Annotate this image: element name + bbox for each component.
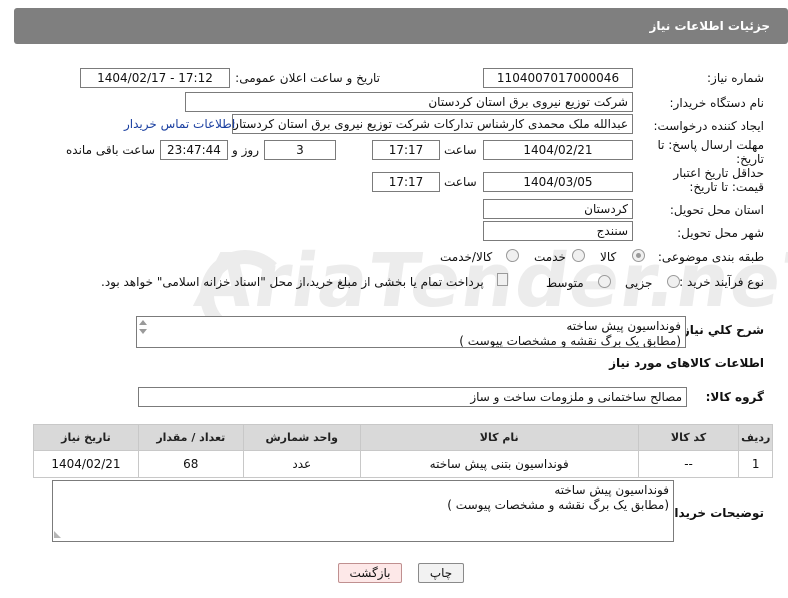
back-button[interactable]: بازگشت (338, 563, 402, 583)
purchase-medium-label: متوسط (546, 276, 584, 290)
table-row: 1 -- فونداسیون بتنی پیش ساخته عدد 68 140… (33, 450, 773, 478)
buyer-contact-link[interactable]: اطلاعات تماس خریدار (124, 117, 235, 131)
reply-remaining-field: 23:47:44 (160, 140, 228, 160)
remaining-label: ساعت باقی مانده (66, 143, 156, 157)
goods-group-label: گروه کالا: (705, 390, 764, 404)
col-header-quantity: تعداد / مقدار (137, 424, 244, 451)
cell-item-code: -- (637, 450, 740, 478)
buyer-org-field: شرکت توزیع نیروی برق استان کردستان (185, 92, 633, 112)
print-button[interactable]: چاپ (418, 563, 464, 583)
col-header-row-number: ردیف (738, 424, 773, 451)
col-header-item-name: نام کالا (359, 424, 639, 451)
price-validity-label: حداقل تاریخ اعتبار قیمت: تا تاریخ: (673, 166, 764, 194)
items-table: ردیف کد کالا نام کالا واحد شمارش تعداد /… (33, 424, 773, 478)
need-number-label: شماره نیاز: (707, 71, 764, 85)
reply-deadline-label: مهلت ارسال پاسخ: تا تاریخ: (657, 138, 764, 166)
announce-datetime-field: 1404/02/17 - 17:12 (80, 68, 230, 88)
city-label: شهر محل تحویل: (677, 226, 764, 240)
goods-info-heading: اطلاعات کالاهای مورد نیاز (609, 356, 764, 370)
scroll-up-icon (139, 320, 147, 325)
province-field: کردستان (483, 199, 633, 219)
days-and-label: روز و (232, 143, 259, 157)
scroll-down-icon (139, 329, 147, 334)
validity-hour-label: ساعت (444, 175, 477, 189)
items-table-header-row: ردیف کد کالا نام کالا واحد شمارش تعداد /… (33, 424, 773, 451)
reply-time-field: 17:17 (372, 140, 440, 160)
page-header: جزئیات اطلاعات نیاز (14, 8, 788, 44)
category-goods-service-label: کالا/خدمت (440, 250, 493, 264)
cell-row-number: 1 (738, 450, 773, 478)
requester-field: عبدالله ملک محمدی کارشناس تدارکات شرکت ت… (232, 114, 633, 134)
summary-textarea[interactable]: فونداسیون پیش ساخته (مطابق یک برگ نقشه و… (136, 316, 686, 348)
reply-date-field: 1404/02/21 (483, 140, 633, 160)
resize-grip-icon[interactable] (54, 531, 61, 538)
cell-quantity: 68 (137, 450, 244, 478)
category-goods-label: کالا (600, 250, 617, 264)
summary-scrollbar[interactable] (137, 317, 149, 347)
category-goods-radio[interactable] (632, 249, 645, 262)
purchase-minor-label: جزیی (625, 276, 653, 290)
purchase-medium-radio[interactable] (598, 275, 611, 288)
purchase-type-label: نوع فرآیند خرید : (679, 275, 764, 289)
city-field: سنندج (483, 221, 633, 241)
purchase-minor-radio[interactable] (667, 275, 680, 288)
summary-label: شرح کلي نياز: (678, 323, 764, 337)
announce-datetime-label: تاریخ و ساعت اعلان عمومی: (235, 71, 380, 85)
requester-label: ایجاد کننده درخواست: (653, 119, 764, 133)
page-title: جزئیات اطلاعات نیاز (649, 19, 770, 33)
cell-item-name: فونداسیون بتنی پیش ساخته (359, 450, 639, 478)
cell-need-date: 1404/02/21 (33, 450, 139, 478)
province-label: استان محل تحویل: (669, 203, 764, 217)
col-header-unit: واحد شمارش (242, 424, 361, 451)
category-service-radio[interactable] (572, 249, 585, 262)
col-header-need-date: تاریخ نیاز (33, 424, 139, 451)
category-label: طبقه بندی موضوعی: (657, 250, 764, 264)
col-header-item-code: کد کالا (637, 424, 740, 451)
validity-time-field: 17:17 (372, 172, 440, 192)
treasury-payment-checkbox[interactable] (497, 273, 508, 286)
need-number-field: 1104007017000046 (483, 68, 633, 88)
category-service-label: خدمت (534, 250, 566, 264)
buyer-notes-label: توضیحات خریدار: (662, 506, 764, 520)
validity-date-field: 1404/03/05 (483, 172, 633, 192)
category-goods-service-radio[interactable] (506, 249, 519, 262)
cell-unit: عدد (242, 450, 361, 478)
treasury-payment-note: پرداخت تمام یا بخشی از مبلغ خرید،از محل … (101, 275, 484, 289)
goods-group-field: مصالح ساختمانی و ملزومات ساخت و ساز (138, 387, 687, 407)
reply-days-field: 3 (264, 140, 336, 160)
reply-hour-label: ساعت (444, 143, 477, 157)
buyer-org-label: نام دستگاه خریدار: (669, 96, 765, 110)
buyer-notes-textarea[interactable]: فونداسیون پیش ساخته (مطابق یک برگ نقشه و… (52, 480, 674, 542)
